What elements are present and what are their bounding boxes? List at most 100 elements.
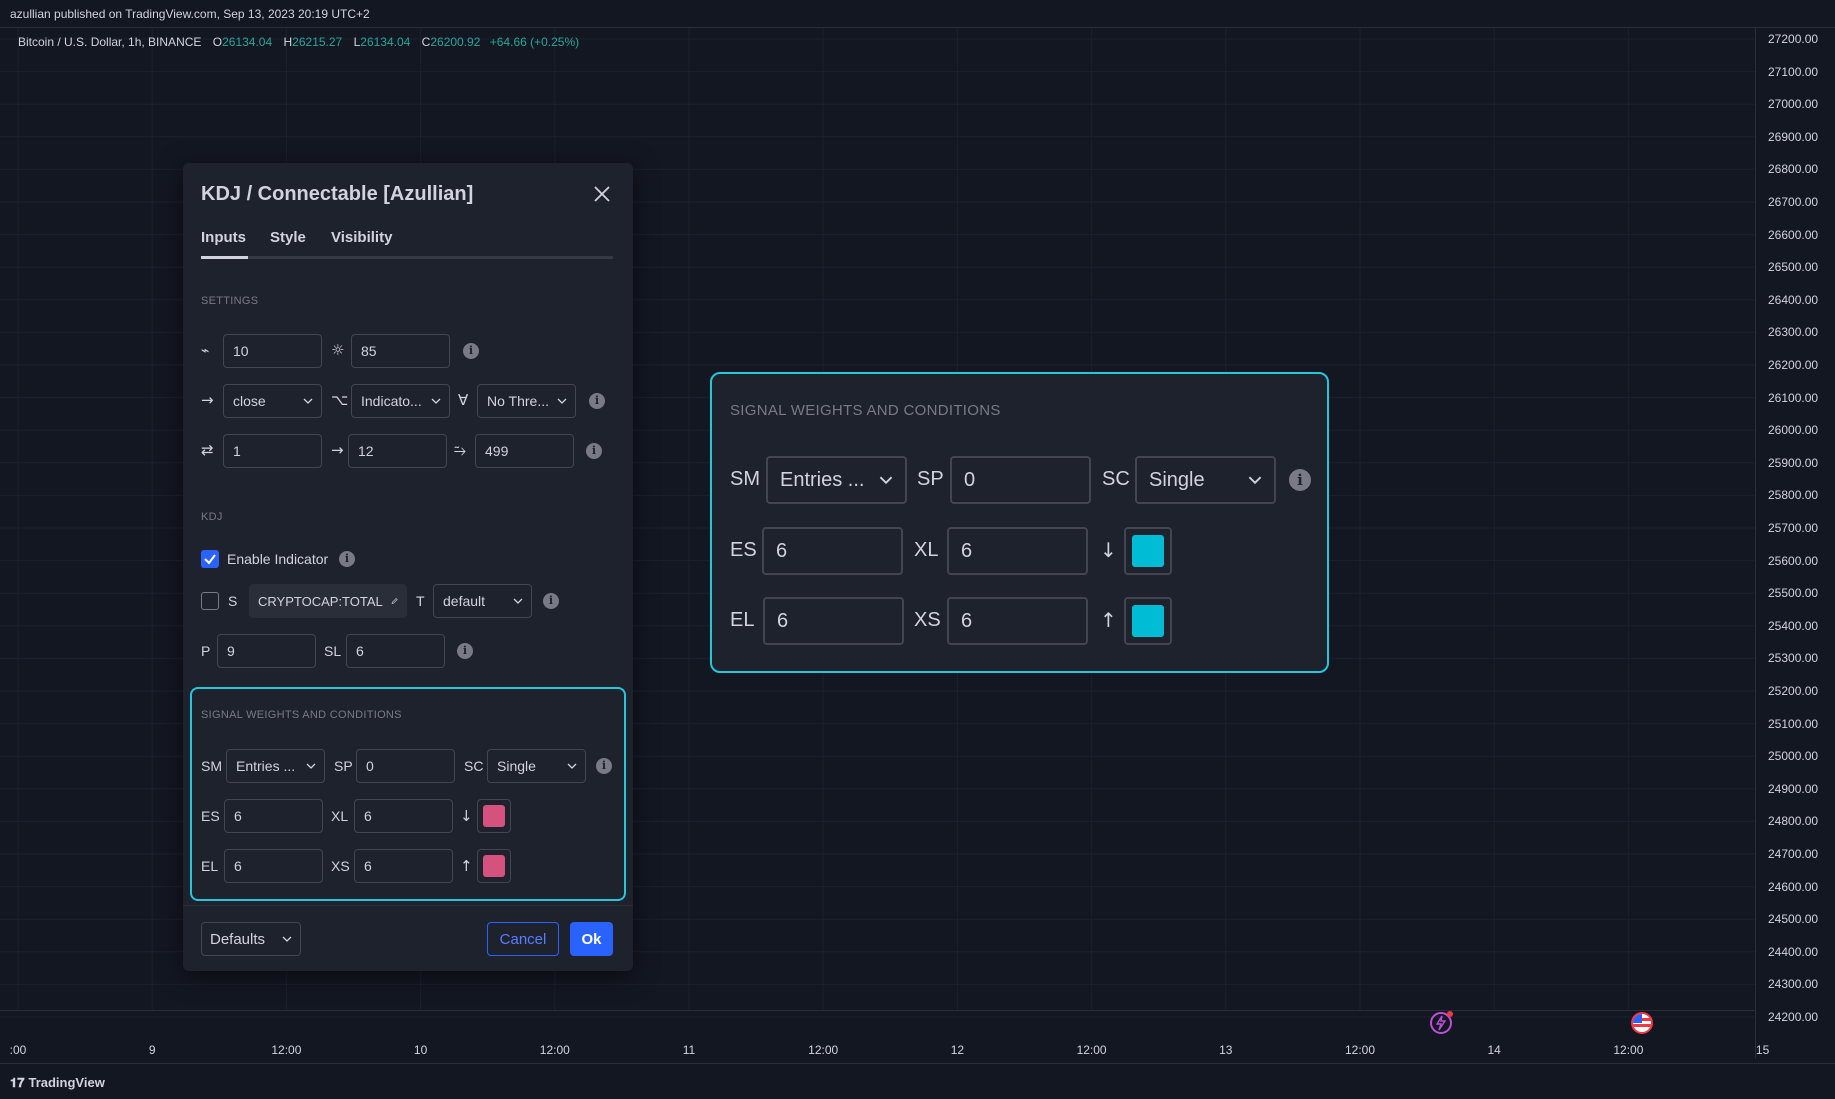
tab-style[interactable]: Style (270, 229, 306, 246)
arrow-up-icon: ↑ (460, 857, 473, 875)
sm-label: SM (201, 758, 222, 774)
price-tick-label: 24300.00 (1768, 977, 1819, 992)
signal-length-input[interactable]: 6 (346, 634, 445, 668)
dialog-tabs: Inputs Style Visibility (201, 229, 613, 259)
arrow-down-icon: ↓ (1100, 538, 1117, 562)
length-input[interactable]: 10 (223, 334, 322, 368)
info-icon[interactable]: i (543, 593, 559, 609)
settings-section-title: SETTINGS (201, 295, 259, 307)
chevron-down-icon (557, 398, 567, 404)
info-icon[interactable]: i (589, 393, 605, 409)
ok-button[interactable]: Ok (570, 922, 613, 956)
es-label: ES (201, 808, 220, 824)
price-tick-label: 24400.00 (1768, 944, 1819, 959)
arrow-right-icon: → (201, 391, 214, 409)
tab-inputs[interactable]: Inputs (201, 229, 248, 259)
enable-indicator-label: Enable Indicator (227, 551, 329, 567)
price-tick-label: 25400.00 (1768, 618, 1819, 633)
price-tick-label: 25700.00 (1768, 521, 1819, 535)
timeframe-value: default (443, 593, 486, 609)
exit-short-input[interactable]: 6 (354, 849, 453, 883)
timeframe-select[interactable]: default (433, 584, 532, 618)
up-color-swatch (483, 855, 505, 877)
signal-mode-select[interactable]: Entries ... (226, 749, 325, 783)
symbol-chip-value: CRYPTOCAP:TOTAL (258, 593, 383, 609)
zoom-signal-condition-select[interactable]: Single (1135, 456, 1276, 504)
lightning-event-icon[interactable] (1430, 1011, 1453, 1034)
min-input[interactable]: 1 (223, 434, 322, 468)
zoom-sm-label: SM (730, 468, 760, 490)
up-color-picker[interactable] (477, 849, 511, 883)
chevron-down-icon (282, 936, 292, 942)
close-icon[interactable] (591, 183, 613, 205)
price-tick-label: 24600.00 (1768, 879, 1819, 894)
zoom-exit-long-input[interactable]: 6 (947, 527, 1088, 575)
threshold-input[interactable]: 85 (351, 334, 450, 368)
info-icon[interactable]: i (586, 443, 602, 459)
symbol-checkbox[interactable] (201, 592, 219, 610)
signal-condition-select[interactable]: Single (487, 749, 586, 783)
period-input[interactable]: 9 (217, 634, 316, 668)
down-color-picker[interactable] (477, 799, 511, 833)
tradingview-logo[interactable]: 𝟏𝟕 TradingView (10, 1075, 105, 1091)
time-tick-label: 12:00 (1613, 1043, 1644, 1057)
zoom-signal-period-input[interactable]: 0 (950, 456, 1091, 504)
check-icon (204, 554, 216, 565)
info-icon[interactable]: i (463, 343, 479, 359)
symbol-chip[interactable]: CRYPTOCAP:TOTAL (249, 584, 407, 618)
us-flag-event-icon[interactable] (1631, 1012, 1653, 1034)
cancel-button[interactable]: Cancel (487, 922, 559, 956)
open-label: O (212, 35, 223, 49)
enable-indicator-checkbox[interactable] (201, 550, 219, 568)
info-icon[interactable]: i (457, 643, 473, 659)
time-tick-label: 9 (148, 1043, 156, 1057)
time-tick-label: 11 (682, 1043, 696, 1057)
zoom-down-color-swatch (1132, 535, 1164, 567)
price-tick-label: 26700.00 (1768, 195, 1819, 209)
tv-logo-icon: 𝟏𝟕 (10, 1076, 25, 1091)
time-tick-label: 12:00 (1076, 1043, 1107, 1057)
zoom-down-color-picker[interactable] (1124, 527, 1172, 575)
zoom-up-color-swatch (1132, 605, 1164, 637)
tab-visibility[interactable]: Visibility (331, 229, 392, 246)
entry-short-input[interactable]: 6 (224, 799, 323, 833)
signal-period-input[interactable]: 0 (356, 749, 455, 783)
time-axis[interactable]: :00 9 12:00 10 12:00 11 12:00 12 12:00 13 12:00 14 1… (0, 1010, 1769, 1058)
price-tick-label: 25500.00 (1768, 586, 1819, 601)
entry-long-input[interactable]: 6 (224, 849, 323, 883)
zoom-up-color-picker[interactable] (1124, 597, 1172, 645)
threshold-mode-select[interactable]: No Thre... (477, 384, 576, 418)
zoom-entry-long-input[interactable]: 6 (763, 597, 904, 645)
step-input[interactable]: 12 (348, 434, 447, 468)
exit-long-input[interactable]: 6 (354, 799, 453, 833)
pencil-icon[interactable] (391, 594, 398, 608)
sp-label: SP (334, 758, 353, 774)
source-select[interactable]: close (223, 384, 322, 418)
signal-condition-value: Single (497, 758, 536, 774)
trend-line-icon: ⌁ (201, 343, 210, 359)
defaults-button[interactable]: Defaults (201, 922, 301, 956)
price-tick-label: 26600.00 (1768, 227, 1819, 242)
price-tick-label: 27000.00 (1768, 97, 1819, 112)
max-input[interactable]: 499 (475, 434, 574, 468)
price-tick-label: 26300.00 (1768, 325, 1819, 340)
price-tick-label: 26800.00 (1768, 162, 1819, 177)
chevron-down-icon (431, 398, 441, 404)
price-axis[interactable]: 27200.00 27100.00 27000.00 26900.00 26800.00… (1755, 28, 1835, 1058)
arrow-up-icon: ↑ (1100, 608, 1117, 632)
zoom-exit-short-input[interactable]: 6 (947, 597, 1088, 645)
signals-zoom-panel: SIGNAL WEIGHTS AND CONDITIONS SM Entries… (710, 372, 1329, 673)
indicator-select[interactable]: Indicato... (351, 384, 450, 418)
price-tick-label: 24700.00 (1768, 847, 1819, 861)
info-icon[interactable]: i (339, 551, 355, 567)
time-tick-label: 15 (1755, 1043, 1770, 1057)
price-tick-label: 24900.00 (1768, 781, 1819, 796)
high-value: 26215.27 (292, 35, 343, 49)
zoom-entry-short-input[interactable]: 6 (762, 527, 903, 575)
info-icon[interactable]: i (596, 758, 612, 774)
info-icon[interactable]: i (1289, 469, 1311, 491)
zoom-signal-mode-select[interactable]: Entries ... (766, 456, 907, 504)
chevron-down-icon (567, 763, 577, 769)
merge-icon: ⌥ (331, 391, 349, 409)
kdj-section-title: KDJ (201, 511, 223, 523)
